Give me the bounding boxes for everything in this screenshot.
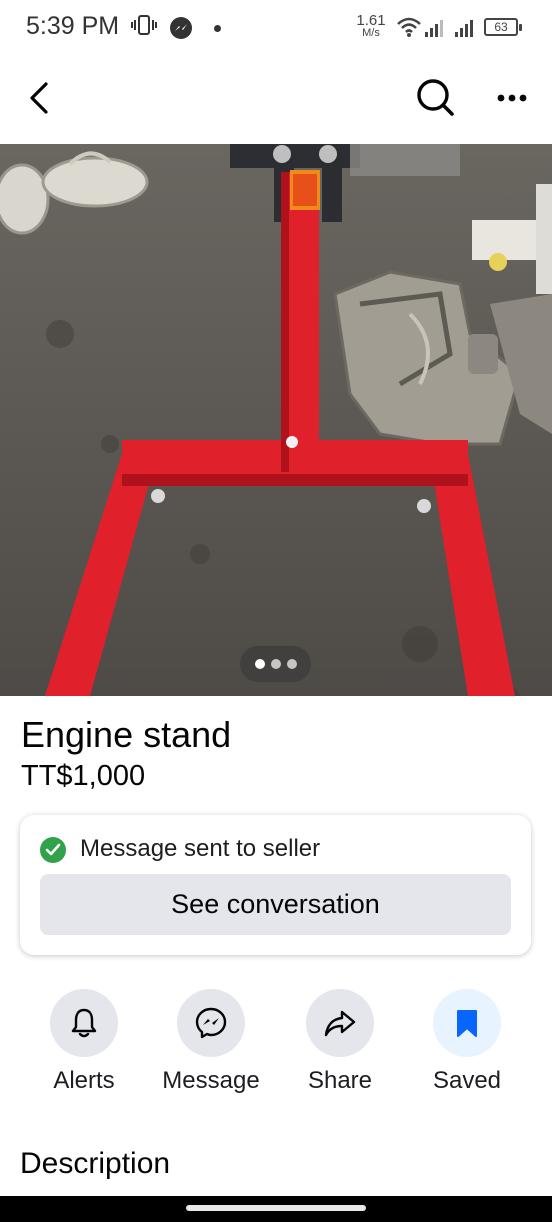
alerts-circle	[50, 989, 118, 1057]
back-icon	[30, 82, 48, 114]
status-time: 5:39 PM	[26, 12, 120, 40]
share-label: Share	[307, 1067, 373, 1094]
pager-dot-2	[270, 659, 281, 669]
wifi-icon	[396, 16, 422, 43]
listing-photo[interactable]	[0, 144, 552, 696]
status-bar: 5:39 PM 1.61 M/s 63	[0, 0, 552, 58]
listing-title: Engine stand	[21, 714, 232, 755]
home-indicator[interactable]	[186, 1205, 366, 1211]
network-speed-value: 1.61	[356, 12, 386, 29]
search-button[interactable]	[414, 76, 458, 120]
network-speed: 1.61 M/s	[355, 13, 387, 39]
battery-icon: 63	[484, 18, 522, 36]
message-sent-card: Message sent to seller See conversation	[20, 815, 531, 955]
bell-icon	[71, 1008, 97, 1038]
message-status-text: Message sent to seller	[80, 835, 321, 862]
more-icon	[497, 94, 527, 102]
photo-pager[interactable]	[240, 646, 311, 682]
signal-icon-2	[454, 18, 474, 43]
vibrate-icon	[131, 14, 157, 42]
message-action[interactable]: Message	[146, 989, 276, 1095]
system-navigation-bar	[0, 1196, 552, 1222]
alerts-label: Alerts	[53, 1067, 115, 1094]
more-options-button[interactable]	[490, 76, 534, 120]
pager-dot-1	[254, 659, 265, 669]
share-circle	[306, 989, 374, 1057]
saved-label: Saved	[432, 1067, 502, 1094]
top-app-bar	[0, 58, 552, 144]
share-action[interactable]: Share	[275, 989, 405, 1095]
messenger-icon	[195, 1007, 227, 1039]
saved-action[interactable]: Saved	[402, 989, 532, 1095]
pager-dot-3	[286, 659, 297, 669]
message-circle	[177, 989, 245, 1057]
engine-stand-image	[0, 144, 552, 696]
share-icon	[324, 1010, 356, 1037]
check-circle-icon	[40, 837, 66, 863]
see-conversation-button[interactable]: See conversation	[40, 874, 511, 935]
back-button[interactable]	[16, 76, 60, 120]
messenger-notification-icon	[170, 17, 192, 39]
search-icon	[417, 79, 454, 116]
alerts-action[interactable]: Alerts	[19, 989, 149, 1095]
signal-icon-1	[424, 18, 444, 43]
saved-circle	[433, 989, 501, 1057]
listing-price: TT$1,000	[21, 760, 146, 792]
bookmark-icon	[457, 1010, 477, 1037]
network-speed-unit: M/s	[362, 27, 380, 39]
description-heading: Description	[20, 1147, 171, 1180]
message-label: Message	[162, 1067, 260, 1094]
notification-dot-icon	[214, 25, 221, 32]
